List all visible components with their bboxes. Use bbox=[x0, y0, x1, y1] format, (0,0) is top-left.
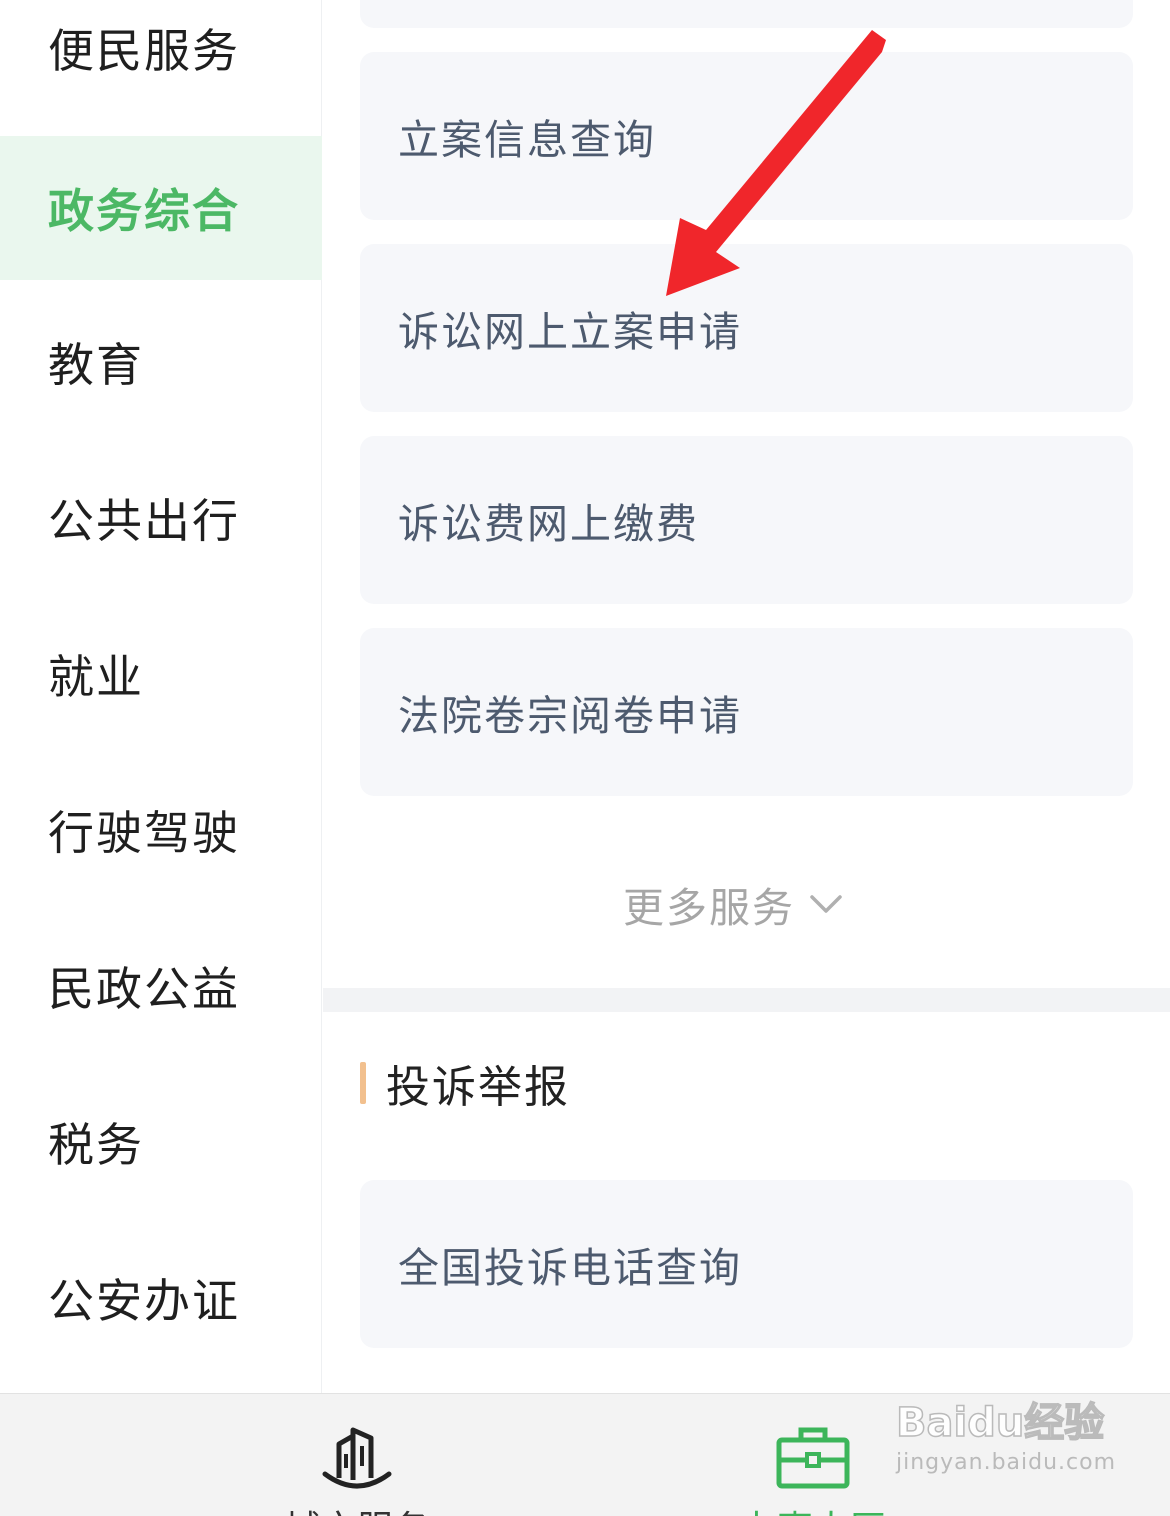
sidebar-item-driving[interactable]: 行驶驾驶 bbox=[0, 758, 322, 902]
building-icon bbox=[322, 1427, 392, 1489]
sidebar-item-public-security[interactable]: 公安办证 bbox=[0, 1226, 322, 1370]
sidebar-item-label: 公共出行 bbox=[48, 494, 240, 548]
sidebar-item-label: 便民服务 bbox=[48, 24, 240, 78]
service-card-fee-payment[interactable]: 诉讼费网上缴费 bbox=[360, 436, 1133, 604]
tab-label: 城市服务 bbox=[257, 1500, 457, 1516]
tab-service-hall[interactable]: 办事大厅 bbox=[713, 1394, 913, 1516]
section-accent-bar bbox=[360, 1062, 366, 1104]
tab-city-services[interactable]: 城市服务 bbox=[257, 1394, 457, 1516]
service-card-partial[interactable] bbox=[360, 0, 1133, 28]
service-card-label: 诉讼费网上缴费 bbox=[398, 500, 699, 548]
section-title-text: 投诉举报 bbox=[386, 1062, 570, 1113]
sidebar-item-label: 政务综合 bbox=[48, 184, 240, 238]
tab-label: 办事大厅 bbox=[713, 1500, 913, 1516]
service-card-online-filing[interactable]: 诉讼网上立案申请 bbox=[360, 244, 1133, 412]
service-card-complaint-hotline[interactable]: 全国投诉电话查询 bbox=[360, 1180, 1133, 1348]
service-card-label: 全国投诉电话查询 bbox=[398, 1244, 742, 1292]
chevron-down-icon bbox=[810, 895, 842, 913]
service-card-label: 立案信息查询 bbox=[398, 116, 656, 164]
sidebar-item-label: 民政公益 bbox=[48, 962, 240, 1016]
sidebar-item-transit[interactable]: 公共出行 bbox=[0, 446, 322, 590]
sidebar-item-label: 行驶驾驶 bbox=[48, 806, 240, 860]
sidebar-item-government[interactable]: 政务综合 bbox=[0, 136, 322, 280]
sidebar-item-employment[interactable]: 就业 bbox=[0, 602, 322, 746]
sidebar-item-civil-affairs[interactable]: 民政公益 bbox=[0, 914, 322, 1058]
service-card-dossier-request[interactable]: 法院卷宗阅卷申请 bbox=[360, 628, 1133, 796]
watermark-url: jingyan.baidu.com bbox=[896, 1450, 1117, 1475]
sidebar-item-tax[interactable]: 税务 bbox=[0, 1070, 322, 1214]
sidebar-item-convenience[interactable]: 便民服务 bbox=[0, 0, 322, 120]
service-list: 立案信息查询 诉讼网上立案申请 诉讼费网上缴费 法院卷宗阅卷申请 更多服务 投诉… bbox=[323, 0, 1170, 1393]
section-title-complaint: 投诉举报 bbox=[360, 1052, 570, 1114]
service-card-case-query[interactable]: 立案信息查询 bbox=[360, 52, 1133, 220]
service-card-label: 法院卷宗阅卷申请 bbox=[398, 692, 742, 740]
briefcase-icon bbox=[776, 1427, 850, 1489]
sidebar-item-education[interactable]: 教育 bbox=[0, 290, 322, 434]
service-card-label: 诉讼网上立案申请 bbox=[398, 308, 742, 356]
more-services-button[interactable]: 更多服务 bbox=[623, 872, 843, 936]
more-services-label: 更多服务 bbox=[623, 884, 795, 932]
sidebar-item-label: 公安办证 bbox=[48, 1274, 240, 1328]
sidebar-item-label: 就业 bbox=[48, 650, 144, 704]
category-sidebar: 便民服务 政务综合 教育 公共出行 就业 行驶驾驶 民政公益 税务 公安办证 bbox=[0, 0, 322, 1393]
baidu-watermark: Baidu经验 jingyan.baidu.com bbox=[895, 1390, 1117, 1490]
sidebar-item-label: 税务 bbox=[48, 1118, 144, 1172]
watermark-logo: Baidu经验 bbox=[895, 1399, 1105, 1447]
section-divider bbox=[323, 988, 1170, 1012]
sidebar-item-label: 教育 bbox=[48, 338, 144, 392]
